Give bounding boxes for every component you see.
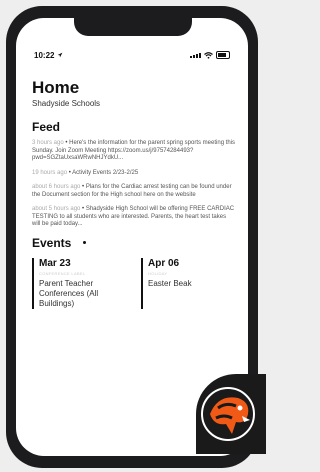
signal-icon [190, 52, 201, 58]
feed-item[interactable]: about 5 hours ago • Shadyside High Schoo… [32, 206, 236, 229]
feed-item-time: about 6 hours ago [32, 184, 81, 190]
event-date: Mar 23 [39, 257, 71, 269]
event-name: Parent Teacher Conferences (All Building… [39, 278, 99, 308]
feed-item[interactable]: about 6 hours ago • Plans for the Cardia… [32, 184, 236, 199]
feed-item-time: 19 hours ago [32, 169, 68, 176]
event-category: CONFERENCE LABEL [39, 270, 86, 276]
status-icons [190, 51, 230, 59]
mascot-artwork [201, 387, 255, 441]
page-title: Home [32, 78, 80, 97]
event-date: Apr 06 [148, 257, 180, 269]
main-content: Home Shadyside Schools Feed 3 hours ago … [32, 78, 236, 309]
status-time-group: 10:22 [34, 51, 63, 60]
events-header: Events [32, 236, 236, 250]
event-card[interactable]: Mar 23 CONFERENCE LABEL Parent Teacher C… [32, 257, 127, 309]
school-name: Shadyside Schools [32, 99, 101, 108]
feed-item[interactable]: 3 hours ago • Here's the information for… [32, 140, 236, 163]
location-arrow-icon [58, 52, 63, 58]
event-category: HOLIDAY [148, 270, 168, 276]
event-card[interactable]: Apr 06 HOLIDAY Easter Beak [141, 257, 236, 309]
wifi-icon [204, 51, 213, 59]
feed-item-text: Activity Events 2/23-2/25 [72, 169, 139, 176]
event-name: Easter Beak [148, 278, 192, 288]
feed-item[interactable]: 19 hours ago • Activity Events 2/23-2/25 [32, 170, 236, 178]
events-indicator-dot [83, 241, 87, 244]
events-list: Mar 23 CONFERENCE LABEL Parent Teacher C… [32, 257, 236, 309]
events-title: Events [32, 235, 72, 250]
school-mascot-logo [196, 374, 266, 454]
feed-list: 3 hours ago • Here's the information for… [32, 140, 236, 229]
feed-item-time: about 5 hours ago [32, 206, 81, 212]
status-bar: 10:22 [34, 48, 230, 62]
feed-item-time: 3 hours ago [32, 140, 64, 146]
battery-icon [216, 51, 230, 59]
status-time: 10:22 [34, 50, 55, 60]
phone-notch [74, 18, 192, 36]
feed-title: Feed [32, 120, 61, 134]
